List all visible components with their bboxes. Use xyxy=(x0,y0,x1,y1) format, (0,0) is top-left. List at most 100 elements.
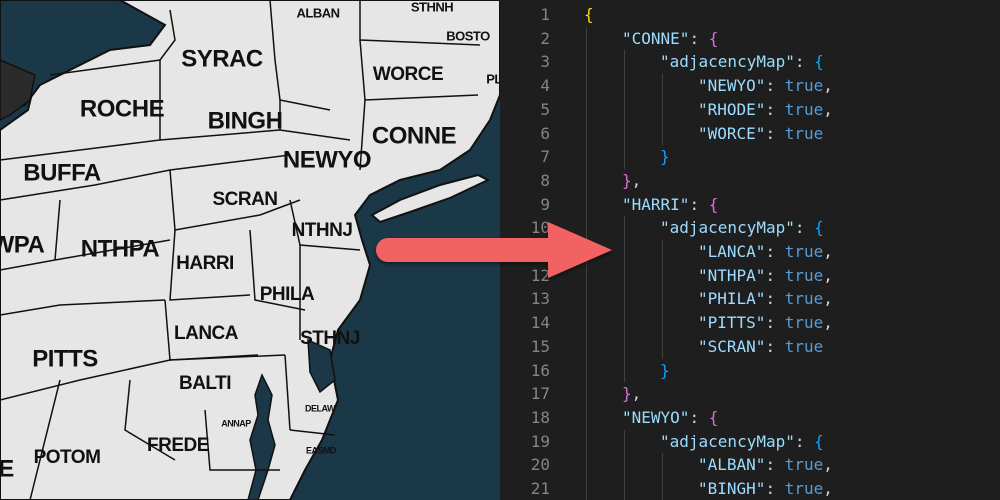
region-label-harri: HARRI xyxy=(176,253,234,274)
region-map: ALBAN STHNH BOSTO SYRAC WORCE PL ROCHE BINGH CON… xyxy=(0,0,500,500)
line-number: 17 xyxy=(530,384,550,404)
line-number: 15 xyxy=(530,336,550,356)
code-token: : xyxy=(689,407,709,427)
code-line: 13 "PHILA": true, xyxy=(500,287,1000,311)
code-token: true xyxy=(784,289,824,309)
region-label-wpa: WPA xyxy=(0,231,45,258)
code-token: "NEWYO" xyxy=(698,76,766,96)
line-number: 21 xyxy=(530,479,550,498)
code-token: "SCRAN" xyxy=(698,336,766,356)
code-token: : xyxy=(765,123,785,143)
code-text: "NTHPA": true, xyxy=(698,264,833,288)
code-line: 14 "PITTS": true, xyxy=(500,311,1000,335)
region-label-nthnj: NTHNJ xyxy=(292,220,353,241)
region-label-pl: PL xyxy=(486,71,500,86)
line-number: 10 xyxy=(530,218,550,238)
region-label-bingh: BINGH xyxy=(208,107,283,134)
line-number: 9 xyxy=(540,194,550,214)
code-token: : xyxy=(765,242,785,261)
line-number: 5 xyxy=(540,99,550,119)
region-label-scran: SCRAN xyxy=(212,189,277,210)
code-token: , xyxy=(823,242,833,261)
code-token: true xyxy=(784,479,824,498)
code-token: "CONNE" xyxy=(622,28,690,48)
map-panel: ALBAN STHNH BOSTO SYRAC WORCE PL ROCHE BINGH CON… xyxy=(0,0,500,500)
region-label-sthnj: STHNJ xyxy=(300,328,360,349)
region-label-buffa: BUFFA xyxy=(23,159,101,186)
code-token: } xyxy=(622,170,632,190)
line-number: 16 xyxy=(530,360,550,380)
code-token: "adjacencyMap" xyxy=(660,431,795,451)
code-token: : xyxy=(765,289,785,309)
code-token: "NEWYO" xyxy=(622,407,690,427)
code-token: , xyxy=(631,170,642,190)
code-token: : xyxy=(765,455,785,475)
code-line: 19 "adjacencyMap": { xyxy=(500,430,1000,454)
code-token: } xyxy=(622,384,632,404)
code-token: true xyxy=(784,313,824,333)
line-number: 8 xyxy=(540,170,550,190)
code-editor[interactable]: 1 {2 "CONNE": {3 "adjacencyMap": {4 "NEWYO":… xyxy=(500,0,1000,500)
code-token: "RHODE" xyxy=(698,99,766,119)
code-line: 3 "adjacencyMap": { xyxy=(500,50,1000,74)
code-line: 12 "NTHPA": true, xyxy=(500,264,1000,288)
code-token: , xyxy=(823,76,833,96)
code-line: 11 "LANCA": true, xyxy=(500,240,1000,264)
line-number: 11 xyxy=(530,242,550,261)
code-token: : xyxy=(794,431,815,451)
code-text: "RHODE": true, xyxy=(698,98,833,122)
code-token: "WORCE" xyxy=(698,123,766,143)
code-token: "NTHPA" xyxy=(698,265,766,285)
region-label-syrac: SYRAC xyxy=(181,45,263,72)
code-text: "BINGH": true, xyxy=(698,477,833,500)
code-text: "LANCA": true, xyxy=(698,240,833,264)
code-text: } xyxy=(660,359,670,383)
code-text: { xyxy=(584,3,594,27)
region-label-roche: ROCHE xyxy=(80,95,165,122)
code-token: true xyxy=(784,336,824,356)
code-token: : xyxy=(689,28,709,48)
code-token: : xyxy=(689,194,709,214)
code-text: }, xyxy=(622,169,641,193)
code-token: "adjacencyMap" xyxy=(660,52,795,72)
code-line: 7} xyxy=(500,145,1000,169)
code-line: 21 "BINGH": true, xyxy=(500,477,1000,500)
region-label-conne: CONNE xyxy=(372,122,457,149)
code-token: , xyxy=(823,455,833,475)
region-label-balti: BALTI xyxy=(179,373,231,394)
line-number: 4 xyxy=(540,76,550,96)
code-token: true xyxy=(784,76,824,96)
code-line: 9 "HARRI": { xyxy=(500,193,1000,217)
code-token: : xyxy=(794,52,815,72)
code-line: 15 "SCRAN": true xyxy=(500,335,1000,359)
region-label-lanca: LANCA xyxy=(174,323,239,344)
code-token: { xyxy=(814,52,824,72)
line-number: 18 xyxy=(530,407,550,427)
region-label-annap: ANNAP xyxy=(221,418,251,428)
code-token: "BINGH" xyxy=(698,479,766,498)
code-token: : xyxy=(765,76,785,96)
code-line: 6 "WORCE": true xyxy=(500,122,1000,146)
code-token: true xyxy=(784,123,824,143)
region-label-e: E xyxy=(0,455,14,482)
code-token: true xyxy=(784,242,824,261)
line-number: 14 xyxy=(530,313,550,333)
code-token: true xyxy=(784,99,824,119)
region-label-phila: PHILA xyxy=(260,284,315,305)
code-text: "adjacencyMap": { xyxy=(660,216,824,240)
code-line: 2 "CONNE": { xyxy=(500,27,1000,51)
line-number: 1 xyxy=(540,5,550,24)
code-text: "adjacencyMap": { xyxy=(660,430,824,454)
region-label-newyo: NEWYO xyxy=(283,146,371,173)
code-line: 10 "adjacencyMap": { xyxy=(500,216,1000,240)
region-label-alban: ALBAN xyxy=(297,5,340,20)
code-text: "HARRI": { xyxy=(622,193,718,217)
code-token: { xyxy=(708,194,719,214)
line-number: 20 xyxy=(530,455,550,475)
code-token: "adjacencyMap" xyxy=(660,218,795,238)
code-token: "PITTS" xyxy=(698,313,766,333)
line-number: 7 xyxy=(540,147,550,167)
code-token: : xyxy=(765,99,785,119)
region-label-nthpa: NTHPA xyxy=(81,235,160,262)
code-token: : xyxy=(765,479,785,498)
